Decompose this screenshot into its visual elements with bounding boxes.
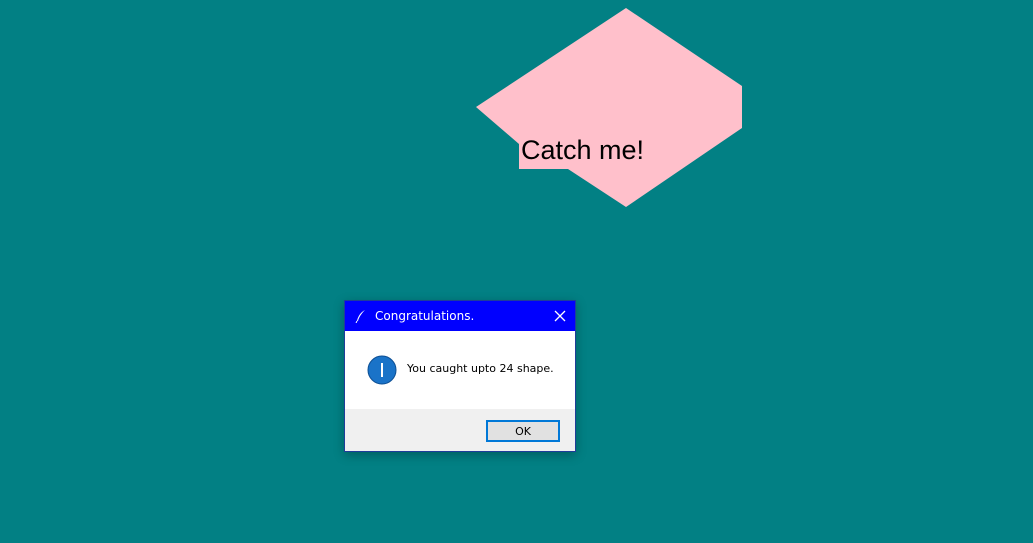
ok-button[interactable]: OK [486, 420, 560, 442]
congratulations-dialog: Congratulations. You caught upto 24 shap… [344, 300, 576, 452]
close-button[interactable] [545, 301, 575, 331]
catch-me-label[interactable]: Catch me! [519, 133, 647, 168]
close-icon [554, 307, 566, 326]
info-icon [367, 355, 397, 385]
game-canvas: Catch me! [0, 0, 1033, 543]
feather-icon [355, 308, 367, 324]
target-shape[interactable] [476, 8, 742, 207]
dialog-title: Congratulations. [375, 309, 475, 323]
shape-canvas-layer [476, 8, 742, 207]
dialog-body: You caught upto 24 shape. [345, 331, 575, 409]
dialog-footer: OK [345, 409, 575, 451]
dialog-titlebar[interactable]: Congratulations. [345, 301, 575, 331]
dialog-message: You caught upto 24 shape. [407, 362, 554, 375]
